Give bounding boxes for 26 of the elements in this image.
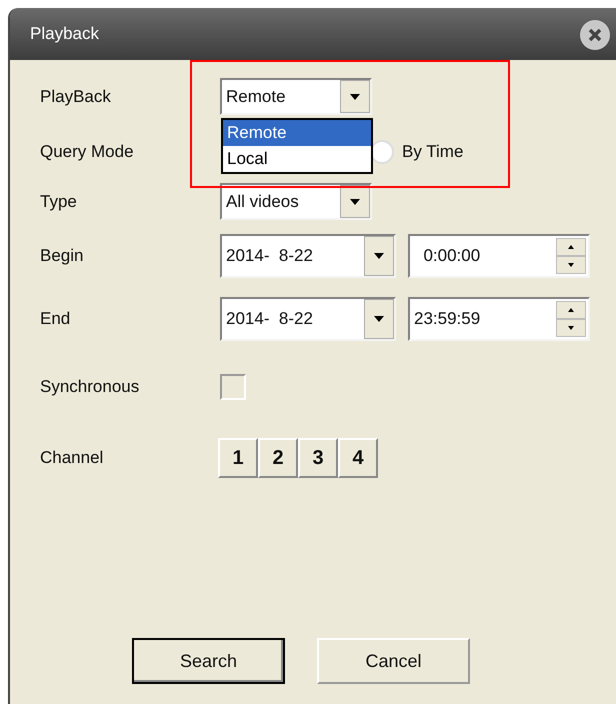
field-label: Query Mode <box>40 142 134 161</box>
radio-label: By Time <box>402 140 464 163</box>
date-picker[interactable]: 2014- 8-22 <box>220 234 396 278</box>
channel-button[interactable]: 3 <box>298 438 338 478</box>
channel-button[interactable]: 4 <box>338 438 378 478</box>
date-picker[interactable]: 2014- 8-22 <box>220 297 396 341</box>
type-dropdown[interactable]: All videos <box>220 183 372 220</box>
field-label: Begin <box>40 246 84 266</box>
field-label: Synchronous <box>40 377 140 396</box>
playback-dropdown[interactable]: Remote <box>220 78 372 115</box>
dialog-button[interactable]: Cancel <box>317 638 470 684</box>
checkbox[interactable] <box>220 374 246 400</box>
field-label: End <box>40 309 70 328</box>
dialog-button[interactable]: Search <box>132 638 285 684</box>
field-label: Channel <box>40 448 104 468</box>
field-label: Type <box>40 192 77 211</box>
time-field[interactable]: 23:59:59 <box>408 297 590 341</box>
channel-button[interactable]: 1 <box>218 438 258 478</box>
channel-button[interactable]: 2 <box>258 438 298 478</box>
spin-buttons[interactable] <box>556 236 588 276</box>
window-title: Playback <box>30 23 99 46</box>
close-icon[interactable] <box>580 20 610 50</box>
dropdown-option[interactable]: Remote <box>223 120 371 146</box>
time-field[interactable]: 0:00:00 <box>408 234 590 278</box>
field-label: PlayBack <box>40 86 111 106</box>
spin-buttons[interactable] <box>556 299 588 339</box>
